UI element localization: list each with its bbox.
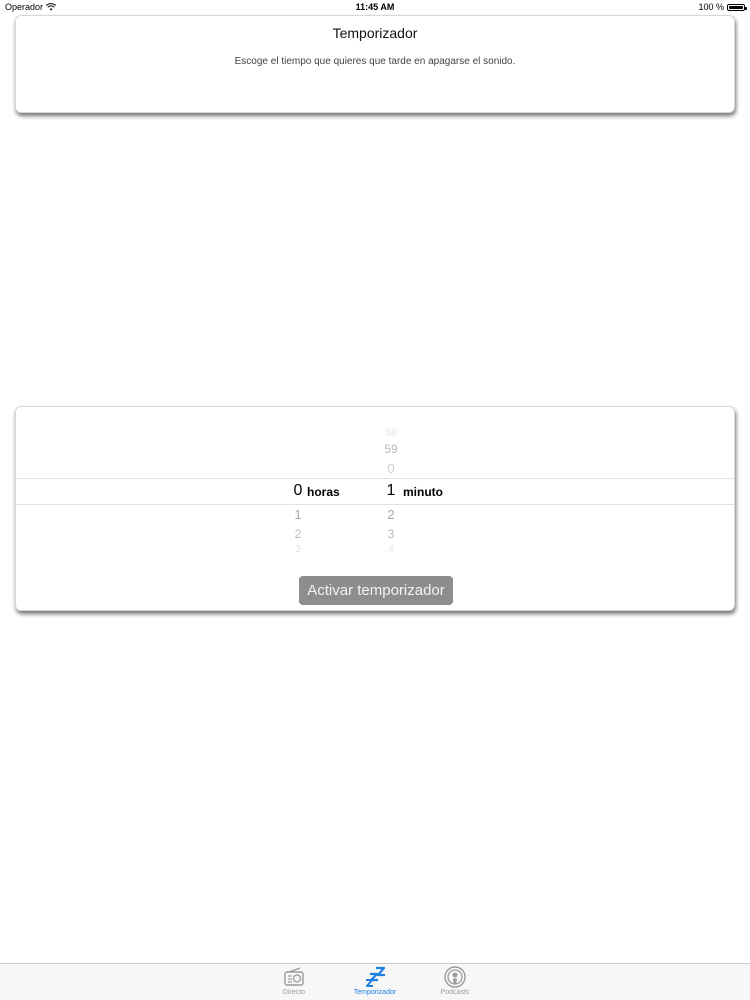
page-subtitle: Escoge el tiempo que quieres que tarde e…: [234, 56, 516, 67]
page-title: Temporizador: [332, 25, 418, 41]
battery-percent: 100 %: [698, 2, 724, 12]
minutes-option[interactable]: 4: [376, 544, 406, 552]
sleep-zzz-icon: [366, 966, 386, 987]
tab-podcasts[interactable]: Podcasts: [425, 966, 485, 1000]
hours-option[interactable]: 2: [283, 527, 313, 541]
minutes-option[interactable]: 3: [376, 527, 406, 541]
hours-option[interactable]: 1: [283, 507, 313, 522]
status-bar: Operador 11:45 AM 100 %: [0, 0, 750, 14]
minutes-unit-label: minuto: [403, 485, 443, 499]
podcasts-icon: [444, 966, 466, 988]
timer-picker-card: 0 1 2 3 horas 58 59 0 1 2 3 4 minuto Act…: [15, 406, 735, 611]
screen: Operador 11:45 AM 100 % Temporizador Esc…: [0, 0, 750, 1000]
minutes-option[interactable]: 59: [376, 442, 406, 456]
tab-label: Directo: [282, 989, 306, 996]
hours-option[interactable]: 3: [283, 544, 313, 552]
tab-label: Temporizador: [353, 989, 397, 996]
tab-temporizador[interactable]: Temporizador: [345, 966, 405, 1000]
battery-group: 100 %: [698, 0, 747, 14]
tab-directo[interactable]: Directo: [264, 966, 324, 1000]
activate-timer-button[interactable]: Activar temporizador: [299, 576, 453, 605]
picker-selection-top-line: [16, 478, 734, 479]
minutes-option[interactable]: 0: [376, 461, 406, 476]
picker-selection-bottom-line: [16, 504, 734, 505]
header-card: Temporizador Escoge el tiempo que quiere…: [15, 15, 735, 113]
minutes-option[interactable]: 2: [376, 507, 406, 522]
minutes-selected-value[interactable]: 1: [376, 482, 406, 500]
status-time: 11:45 AM: [355, 2, 395, 12]
tab-label: Podcasts: [440, 989, 470, 996]
tab-bar: Directo Temporizador Podcasts: [0, 963, 750, 1000]
battery-icon: [727, 3, 747, 11]
radio-icon: [284, 967, 304, 986]
hours-unit-label: horas: [307, 485, 340, 499]
minutes-option[interactable]: 58: [376, 428, 406, 439]
